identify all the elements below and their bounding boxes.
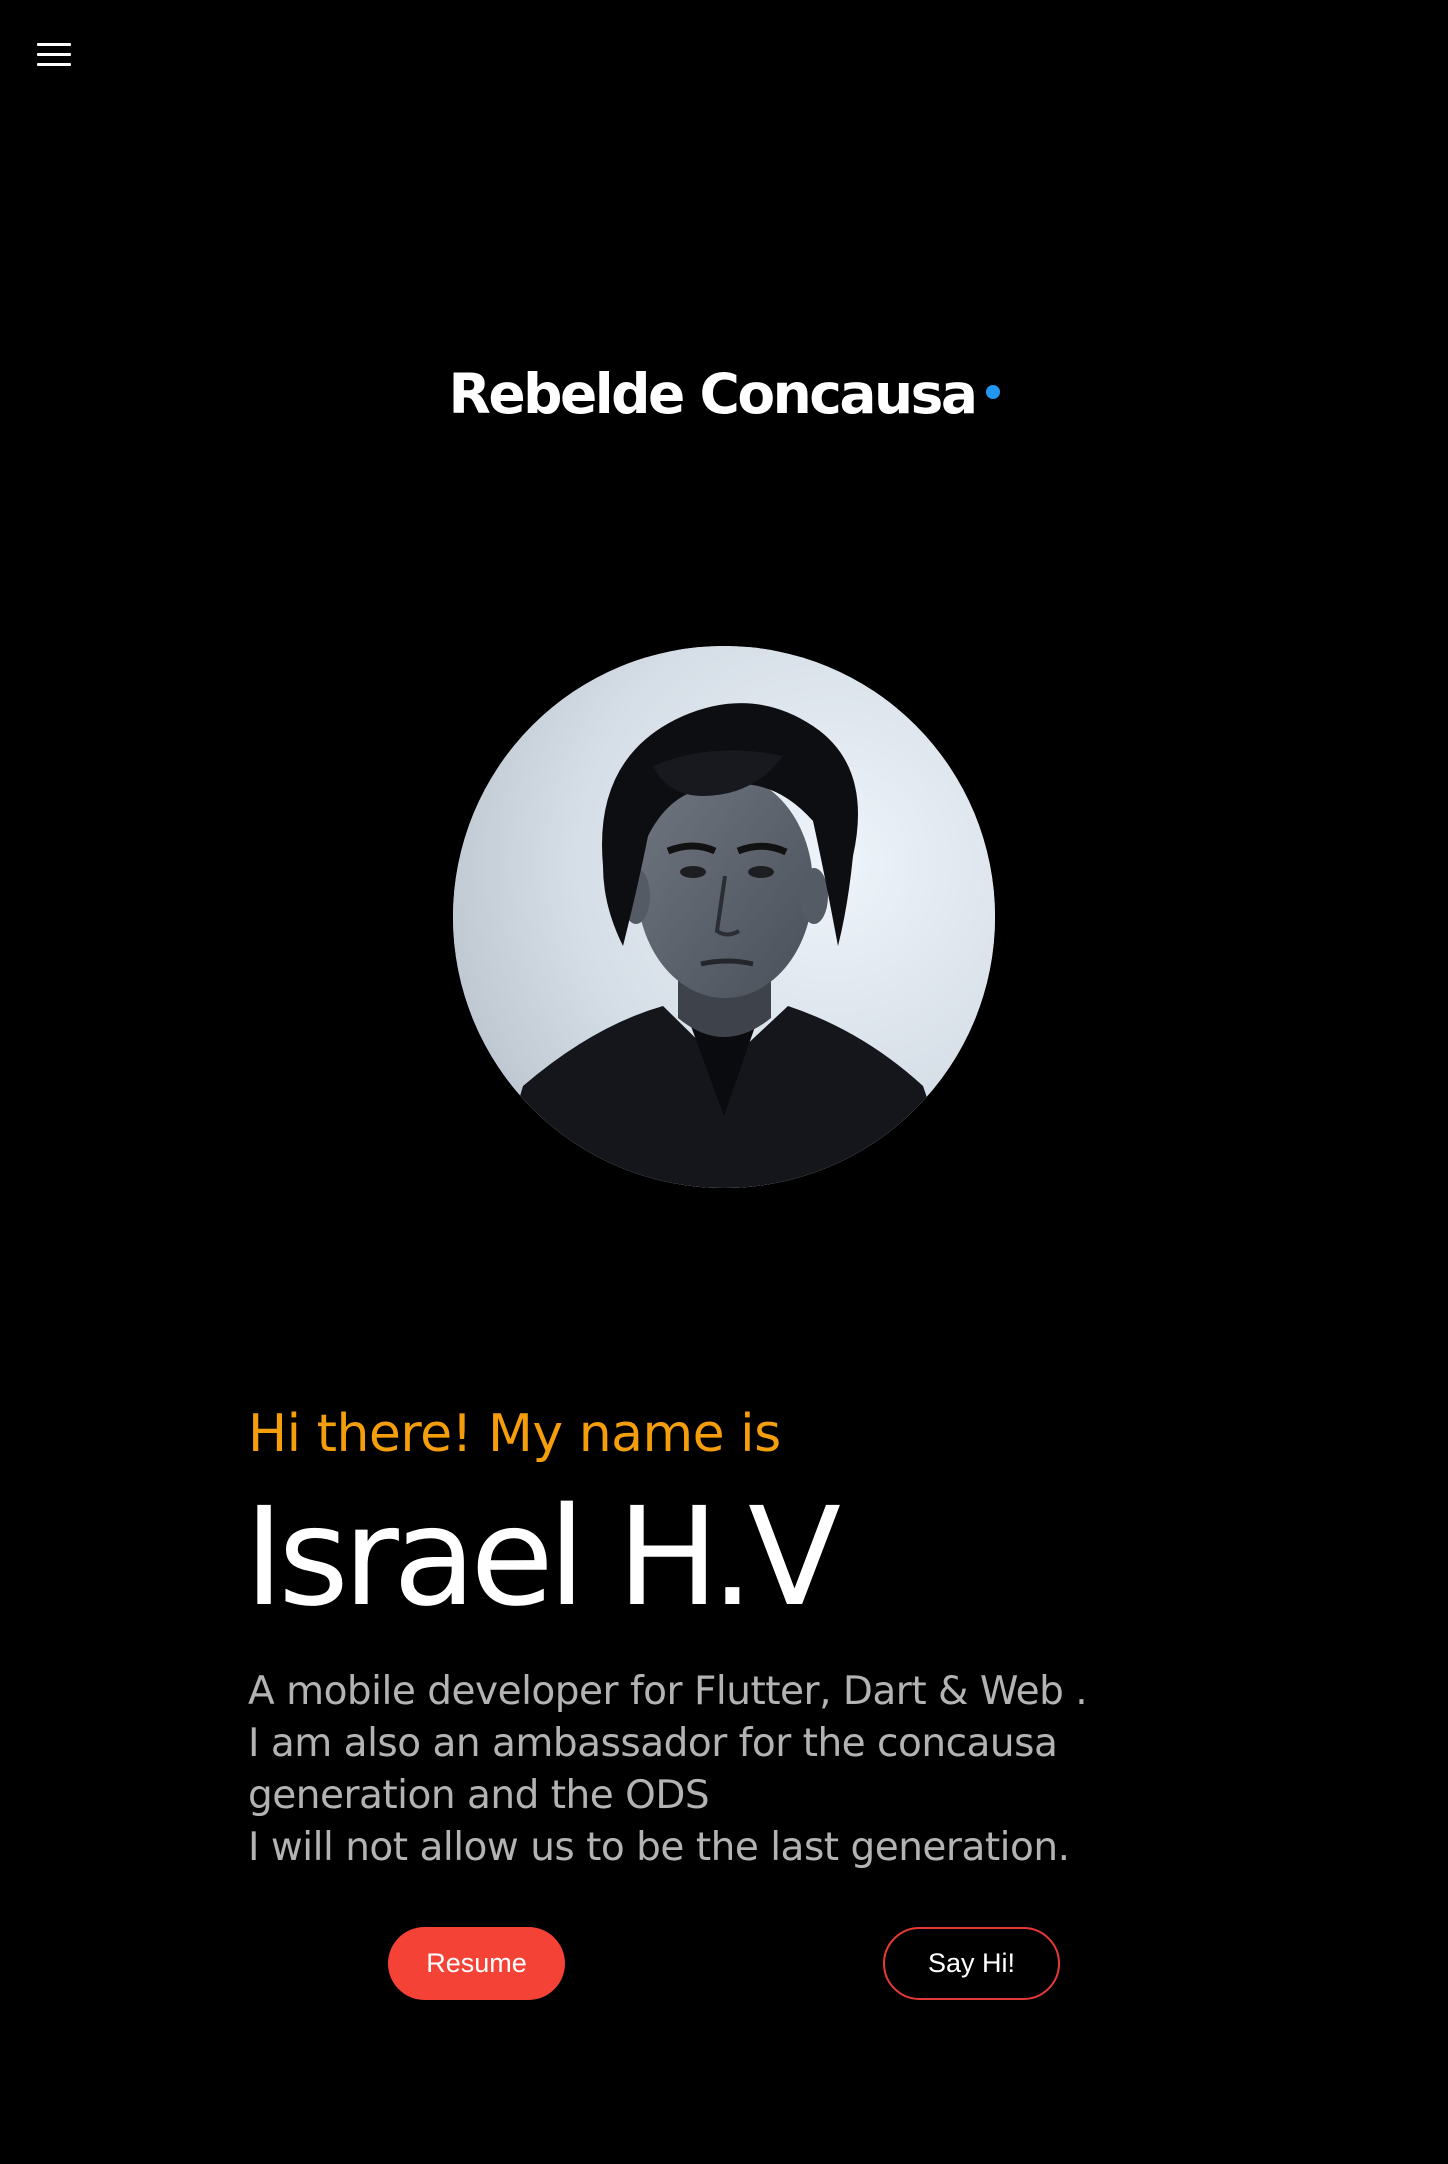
greeting-text: Hi there! My name is [248, 1404, 781, 1464]
page-title: Israel H.V [244, 1479, 841, 1637]
resume-button[interactable]: Resume [388, 1927, 565, 2000]
bio-line: A mobile developer for Flutter, Dart & W… [248, 1669, 1088, 1714]
brand-dot-icon [985, 385, 1000, 399]
bio-text: A mobile developer for Flutter, Dart & W… [248, 1666, 1148, 1874]
say-hi-button[interactable]: Say Hi! [883, 1927, 1060, 2000]
bio-line: I will not allow us to be the last gener… [248, 1825, 1070, 1870]
brand-logo: Rebelde Concausa [0, 362, 1448, 426]
menu-icon-bar [37, 53, 71, 56]
bio-line: I am also an ambassador for the concausa [248, 1721, 1058, 1766]
menu-icon-bar [37, 43, 71, 46]
bio-line: generation and the ODS [248, 1773, 710, 1818]
brand-name: Rebelde Concausa [448, 362, 978, 426]
hamburger-menu-button[interactable] [33, 37, 75, 71]
profile-photo [453, 646, 995, 1188]
menu-icon-bar [37, 63, 71, 66]
